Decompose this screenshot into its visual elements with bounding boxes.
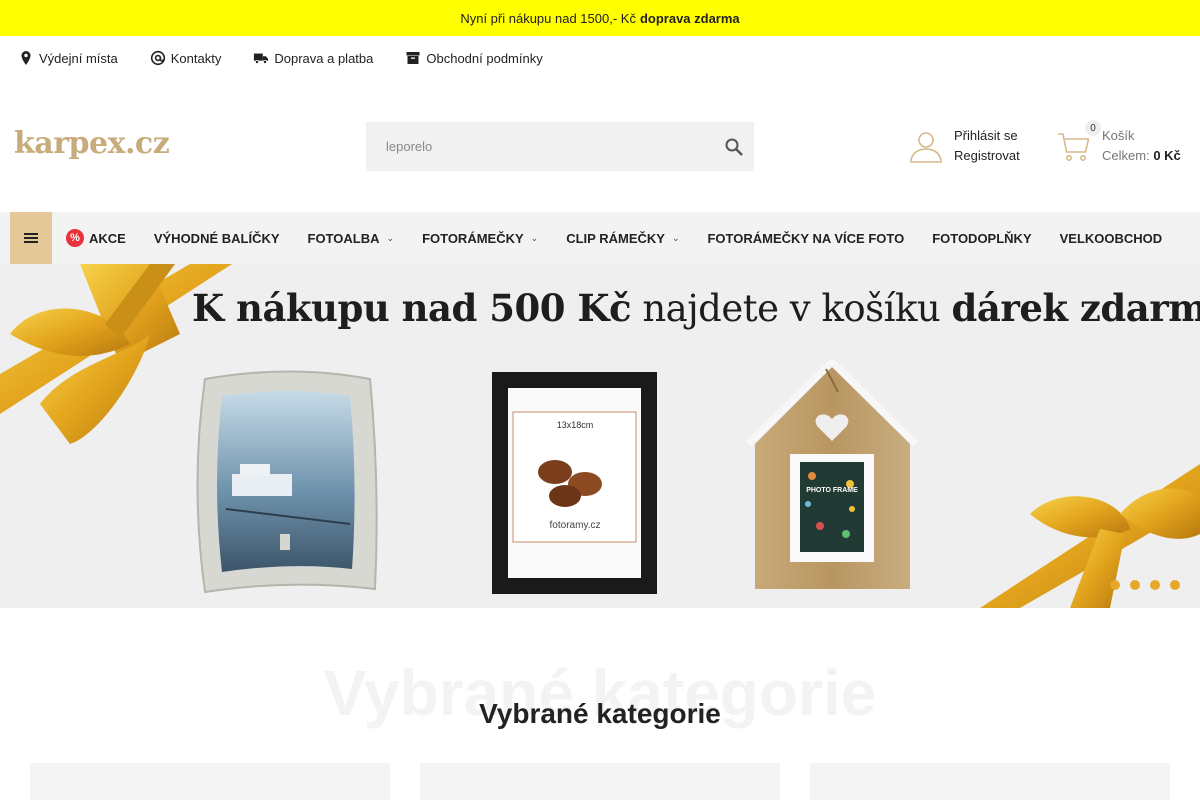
chevron-down-icon: ⌄ <box>530 232 539 243</box>
categories-section: Vybrané kategorie Vybrané kategorie <box>0 608 1200 800</box>
nav-item-label: FOTODOPLŇKY <box>932 230 1032 246</box>
frame-label-brand: fotoramy.cz <box>550 520 601 531</box>
category-card[interactable] <box>30 763 390 800</box>
banner-headline-bold-1: K nákupu nad 500 Kč <box>192 286 632 330</box>
nav-item-velkoobchod[interactable]: VELKOOBCHOD <box>1046 212 1177 264</box>
hamburger-icon <box>24 233 38 243</box>
carousel-dot[interactable] <box>1170 580 1180 590</box>
nav-item-label: CLIP RÁMEČKY <box>566 230 665 246</box>
login-link[interactable]: Přihlásit se <box>954 126 1020 146</box>
banner-headline-bold-2: dárek zdarma <box>951 286 1200 330</box>
carousel-dots <box>1110 580 1180 590</box>
promo-bar: Nyní při nákupu nad 1500,- Kč doprava zd… <box>0 0 1200 36</box>
util-link-label: Obchodní podmínky <box>426 50 543 66</box>
banner-headline-regular: najdete v košíku <box>642 287 941 330</box>
utility-links: Výdejní místa Kontakty Doprava a platba … <box>0 36 1200 80</box>
search-box <box>366 122 754 171</box>
account-area[interactable]: Přihlásit se Registrovat <box>908 126 1020 166</box>
category-card[interactable] <box>420 763 780 800</box>
util-link-shipping[interactable]: Doprava a platba <box>253 50 373 66</box>
user-icon <box>910 132 942 163</box>
cart-label: Košík <box>1102 128 1135 143</box>
nav-item-label: VELKOOBCHOD <box>1059 230 1163 246</box>
at-icon <box>150 50 165 66</box>
search-button[interactable] <box>714 122 754 171</box>
util-link-label: Doprava a platba <box>274 50 374 66</box>
chevron-down-icon: ⌄ <box>386 232 395 243</box>
nav-item-fotoalba[interactable]: FOTOALBA ⌄ <box>294 212 409 264</box>
nav-item-akce[interactable]: % AKCE <box>66 212 140 264</box>
nav-item-fotoramecky[interactable]: FOTORÁMEČKY ⌄ <box>408 212 552 264</box>
chevron-down-icon: ⌄ <box>671 232 680 243</box>
site-logo[interactable]: karpex.cz <box>14 126 170 161</box>
carousel-dot[interactable] <box>1130 580 1140 590</box>
nav-item-clip-ramecky[interactable]: CLIP RÁMEČKY ⌄ <box>552 212 693 264</box>
cart-area[interactable]: 0 Košík Celkem: 0 Kč <box>1056 120 1181 166</box>
carousel-dot[interactable] <box>1150 580 1160 590</box>
categories-title: Vybrané kategorie <box>479 698 721 729</box>
cart-count-badge: 0 <box>1085 120 1101 136</box>
util-link-contacts[interactable]: Kontakty <box>150 50 222 66</box>
nav-item-vice-foto[interactable]: FOTORÁMEČKY NA VÍCE FOTO <box>693 212 918 264</box>
promo-bold: doprava zdarma <box>639 10 740 26</box>
frame-label-size: 13x18cm <box>557 420 594 430</box>
hero-banner[interactable]: 13x18cm fotoramy.cz PHOTO FRAME K nákupu… <box>0 264 1200 608</box>
truck-icon <box>254 53 269 64</box>
nav-item-label: FOTORÁMEČKY NA VÍCE FOTO <box>707 230 905 246</box>
search-icon <box>725 138 743 156</box>
promo-text: Nyní při nákupu nad 1500,- Kč <box>460 10 636 26</box>
category-cards <box>30 763 1170 800</box>
cart-total-label: Celkem: <box>1102 148 1150 163</box>
util-link-label: Kontakty <box>170 50 222 66</box>
nav-item-label: FOTORÁMEČKY <box>422 230 524 246</box>
percent-badge-icon: % <box>66 229 84 247</box>
search-input[interactable] <box>366 122 714 171</box>
category-card[interactable] <box>810 763 1170 800</box>
nav-item-balicky[interactable]: VÝHODNÉ BALÍČKY <box>140 212 294 264</box>
menu-toggle-button[interactable] <box>10 212 52 264</box>
register-link[interactable]: Registrovat <box>954 146 1020 166</box>
frame-label-photo: PHOTO FRAME <box>806 487 858 494</box>
banner-headline: K nákupu nad 500 Kč najdete v košíku dár… <box>192 286 1200 330</box>
util-link-label: Výdejní místa <box>39 50 118 66</box>
nav-item-label: VÝHODNÉ BALÍČKY <box>153 230 280 246</box>
nav-item-fotodoplnky[interactable]: FOTODOPLŇKY <box>918 212 1045 264</box>
archive-icon <box>406 52 420 64</box>
util-link-pickup[interactable]: Výdejní místa <box>18 50 118 66</box>
nav-item-label: FOTOALBA <box>307 230 380 246</box>
main-nav: % AKCE VÝHODNÉ BALÍČKY FOTOALBA ⌄ FOTORÁ… <box>0 212 1200 264</box>
util-link-terms[interactable]: Obchodní podmínky <box>405 50 543 66</box>
site-header: karpex.cz Přihlásit se Registrovat 0 Koš… <box>0 80 1200 212</box>
nav-item-label: AKCE <box>89 230 126 246</box>
map-pin-icon <box>21 51 31 65</box>
cart-total-value: 0 Kč <box>1153 148 1181 163</box>
carousel-dot[interactable] <box>1110 580 1120 590</box>
